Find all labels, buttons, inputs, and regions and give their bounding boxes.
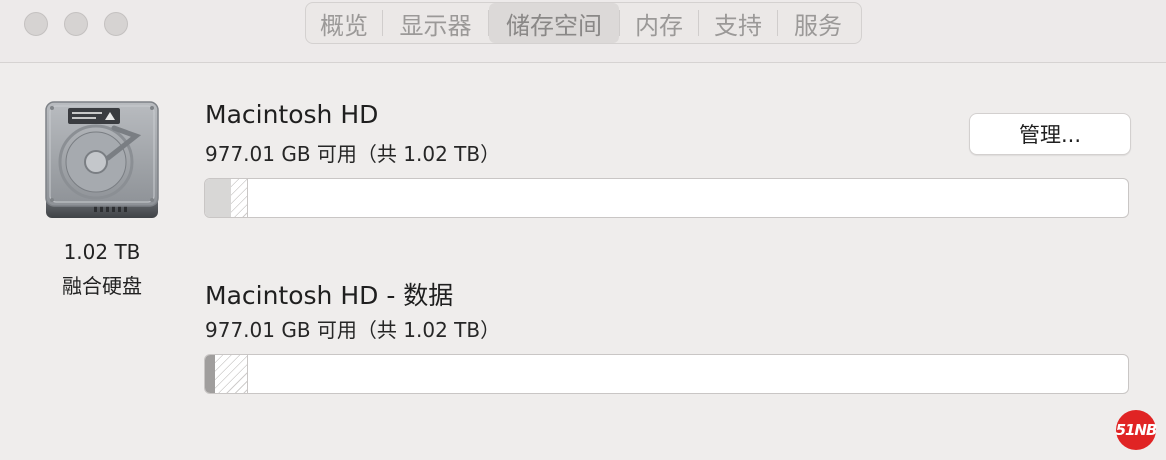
volume-available: 977.01 GB 可用（共 1.02 TB） (205, 318, 501, 342)
watermark-logo: 51NB (1116, 410, 1157, 450)
tab-bar: 概览 显示器 储存空间 内存 支持 服务 (305, 2, 862, 44)
volume-name: Macintosh HD - 数据 (205, 281, 454, 310)
used-segment (205, 179, 231, 217)
volume-name: Macintosh HD (205, 100, 379, 129)
disk-capacity: 1.02 TB (63, 240, 141, 264)
tab-support[interactable]: 支持 (699, 3, 777, 43)
tab-memory[interactable]: 内存 (620, 3, 698, 43)
window-titlebar: 概览 显示器 储存空间 内存 支持 服务 (0, 0, 1166, 63)
purgeable-segment (215, 355, 248, 393)
close-window-button[interactable] (24, 12, 48, 36)
manage-button[interactable]: 管理... (969, 113, 1131, 155)
hard-drive-icon (45, 101, 159, 218)
tab-storage[interactable]: 储存空间 (489, 3, 619, 43)
tab-service[interactable]: 服务 (778, 3, 858, 43)
tab-overview[interactable]: 概览 (306, 3, 382, 43)
volume-available: 977.01 GB 可用（共 1.02 TB） (205, 142, 501, 166)
storage-usage-bar (204, 354, 1129, 394)
purgeable-segment (230, 179, 248, 217)
zoom-window-button[interactable] (104, 12, 128, 36)
storage-usage-bar (204, 178, 1129, 218)
minimize-window-button[interactable] (64, 12, 88, 36)
disk-type: 融合硬盘 (62, 274, 142, 298)
used-segment (205, 355, 216, 393)
tab-displays[interactable]: 显示器 (383, 3, 488, 43)
